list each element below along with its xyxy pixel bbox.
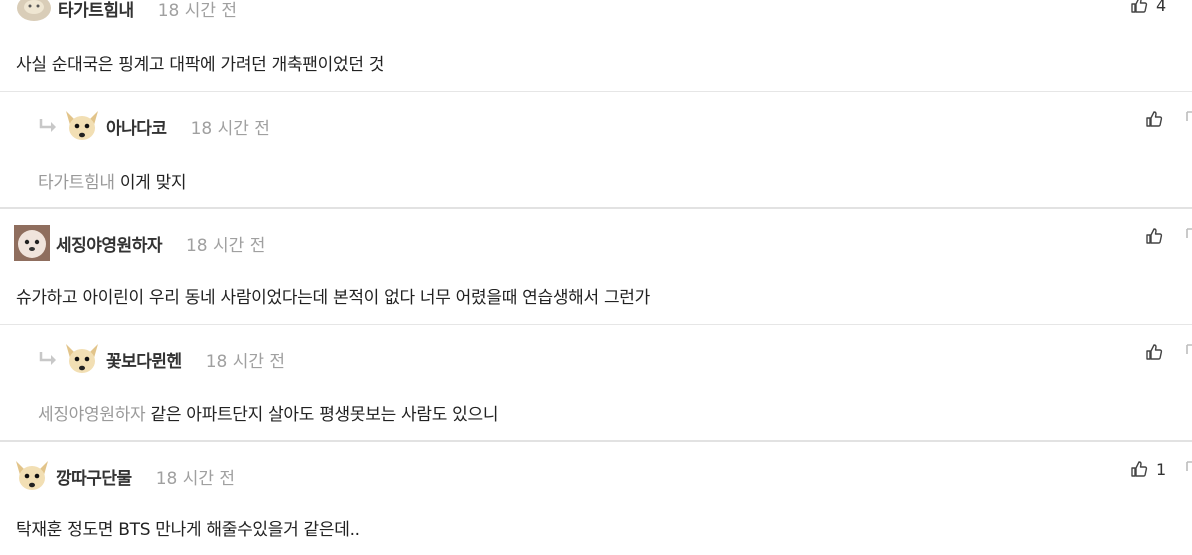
thumbs-up-icon [1146,228,1163,244]
reply-item: 아나다코 18 시간 전 타가트힘내 이게 맞지 [0,92,1192,208]
dog-avatar-icon[interactable] [64,341,100,377]
reply-arrow-icon [39,119,56,132]
thumbs-down-icon[interactable] [1184,460,1192,478]
comment-text: 사실 순대국은 핑계고 대팍에 가려던 개축팬이었던 것 [16,55,385,75]
comment-text: 탁재훈 정도면 BTS 만나게 해줄수있을거 같은데.. [16,520,360,540]
comment-nickname[interactable]: 타가트힘내 [58,0,134,21]
dog-avatar-icon[interactable] [14,225,50,261]
comment-item: 깡따구단물 18 시간 전 1 탁재훈 정도면 BTS 만나게 해줄수있을거 같… [0,442,1192,555]
dog-avatar-icon[interactable] [64,108,100,144]
reply-item: 꽃보다뮌헨 18 시간 전 세징야영원하자 같은 아파트단지 살아도 평생못보는… [0,325,1192,440]
like-button[interactable] [1145,108,1163,130]
mention-tag[interactable]: 타가트힘내 [38,173,115,193]
like-button[interactable]: 4 [1130,0,1166,16]
like-button[interactable] [1145,341,1163,363]
comment-nickname[interactable]: 아나다코 [106,114,167,139]
comment-time: 18 시간 전 [157,0,238,21]
like-count: 4 [1156,0,1167,15]
comment-text-content: 같은 아파트단지 살아도 평생못보는 사람도 있으니 [150,405,499,425]
mention-tag[interactable]: 세징야영원하자 [38,405,146,425]
comment-nickname[interactable]: 꽃보다뮌헨 [106,347,182,372]
thumbs-up-icon [1131,0,1148,13]
comment-nickname[interactable]: 깡따구단물 [56,464,132,489]
thumbs-up-icon [1146,344,1163,360]
thumbs-down-icon[interactable] [1184,343,1192,361]
thumbs-down-icon[interactable] [1184,227,1192,245]
comment-item: 세징야영원하자 18 시간 전 슈가하고 아이린이 우리 동네 사람이었다는데 … [0,209,1192,324]
like-button[interactable] [1145,225,1163,247]
comment-time: 18 시간 전 [155,468,236,489]
thumbs-up-icon [1146,111,1163,127]
thumbs-up-icon [1131,461,1148,477]
comment-time: 18 시간 전 [205,351,286,372]
thumbs-down-icon[interactable] [1184,110,1192,128]
comment-text: 세징야영원하자 같은 아파트단지 살아도 평생못보는 사람도 있으니 [38,400,498,425]
comment-time: 18 시간 전 [185,235,266,256]
reply-arrow-icon [39,352,56,365]
comment-list: 타가트힘내 18 시간 전 4 사실 순대국은 핑계고 대팍에 가려던 개축팬이… [0,0,1192,555]
comment-item: 타가트힘내 18 시간 전 4 사실 순대국은 핑계고 대팍에 가려던 개축팬이… [0,0,1192,92]
comment-time: 18 시간 전 [190,118,270,139]
comment-text: 슈가하고 아이린이 우리 동네 사람이었다는데 본적이 없다 너무 어렸을때 연… [16,288,650,308]
comment-nickname[interactable]: 세징야영원하자 [56,231,162,256]
like-count: 1 [1156,459,1167,479]
comment-text: 타가트힘내 이게 맞지 [38,168,187,193]
profile-avatar-icon[interactable] [16,0,52,26]
comment-text-content: 이게 맞지 [119,173,187,193]
like-button[interactable]: 1 [1130,458,1166,480]
dog-avatar-icon[interactable] [14,458,50,494]
